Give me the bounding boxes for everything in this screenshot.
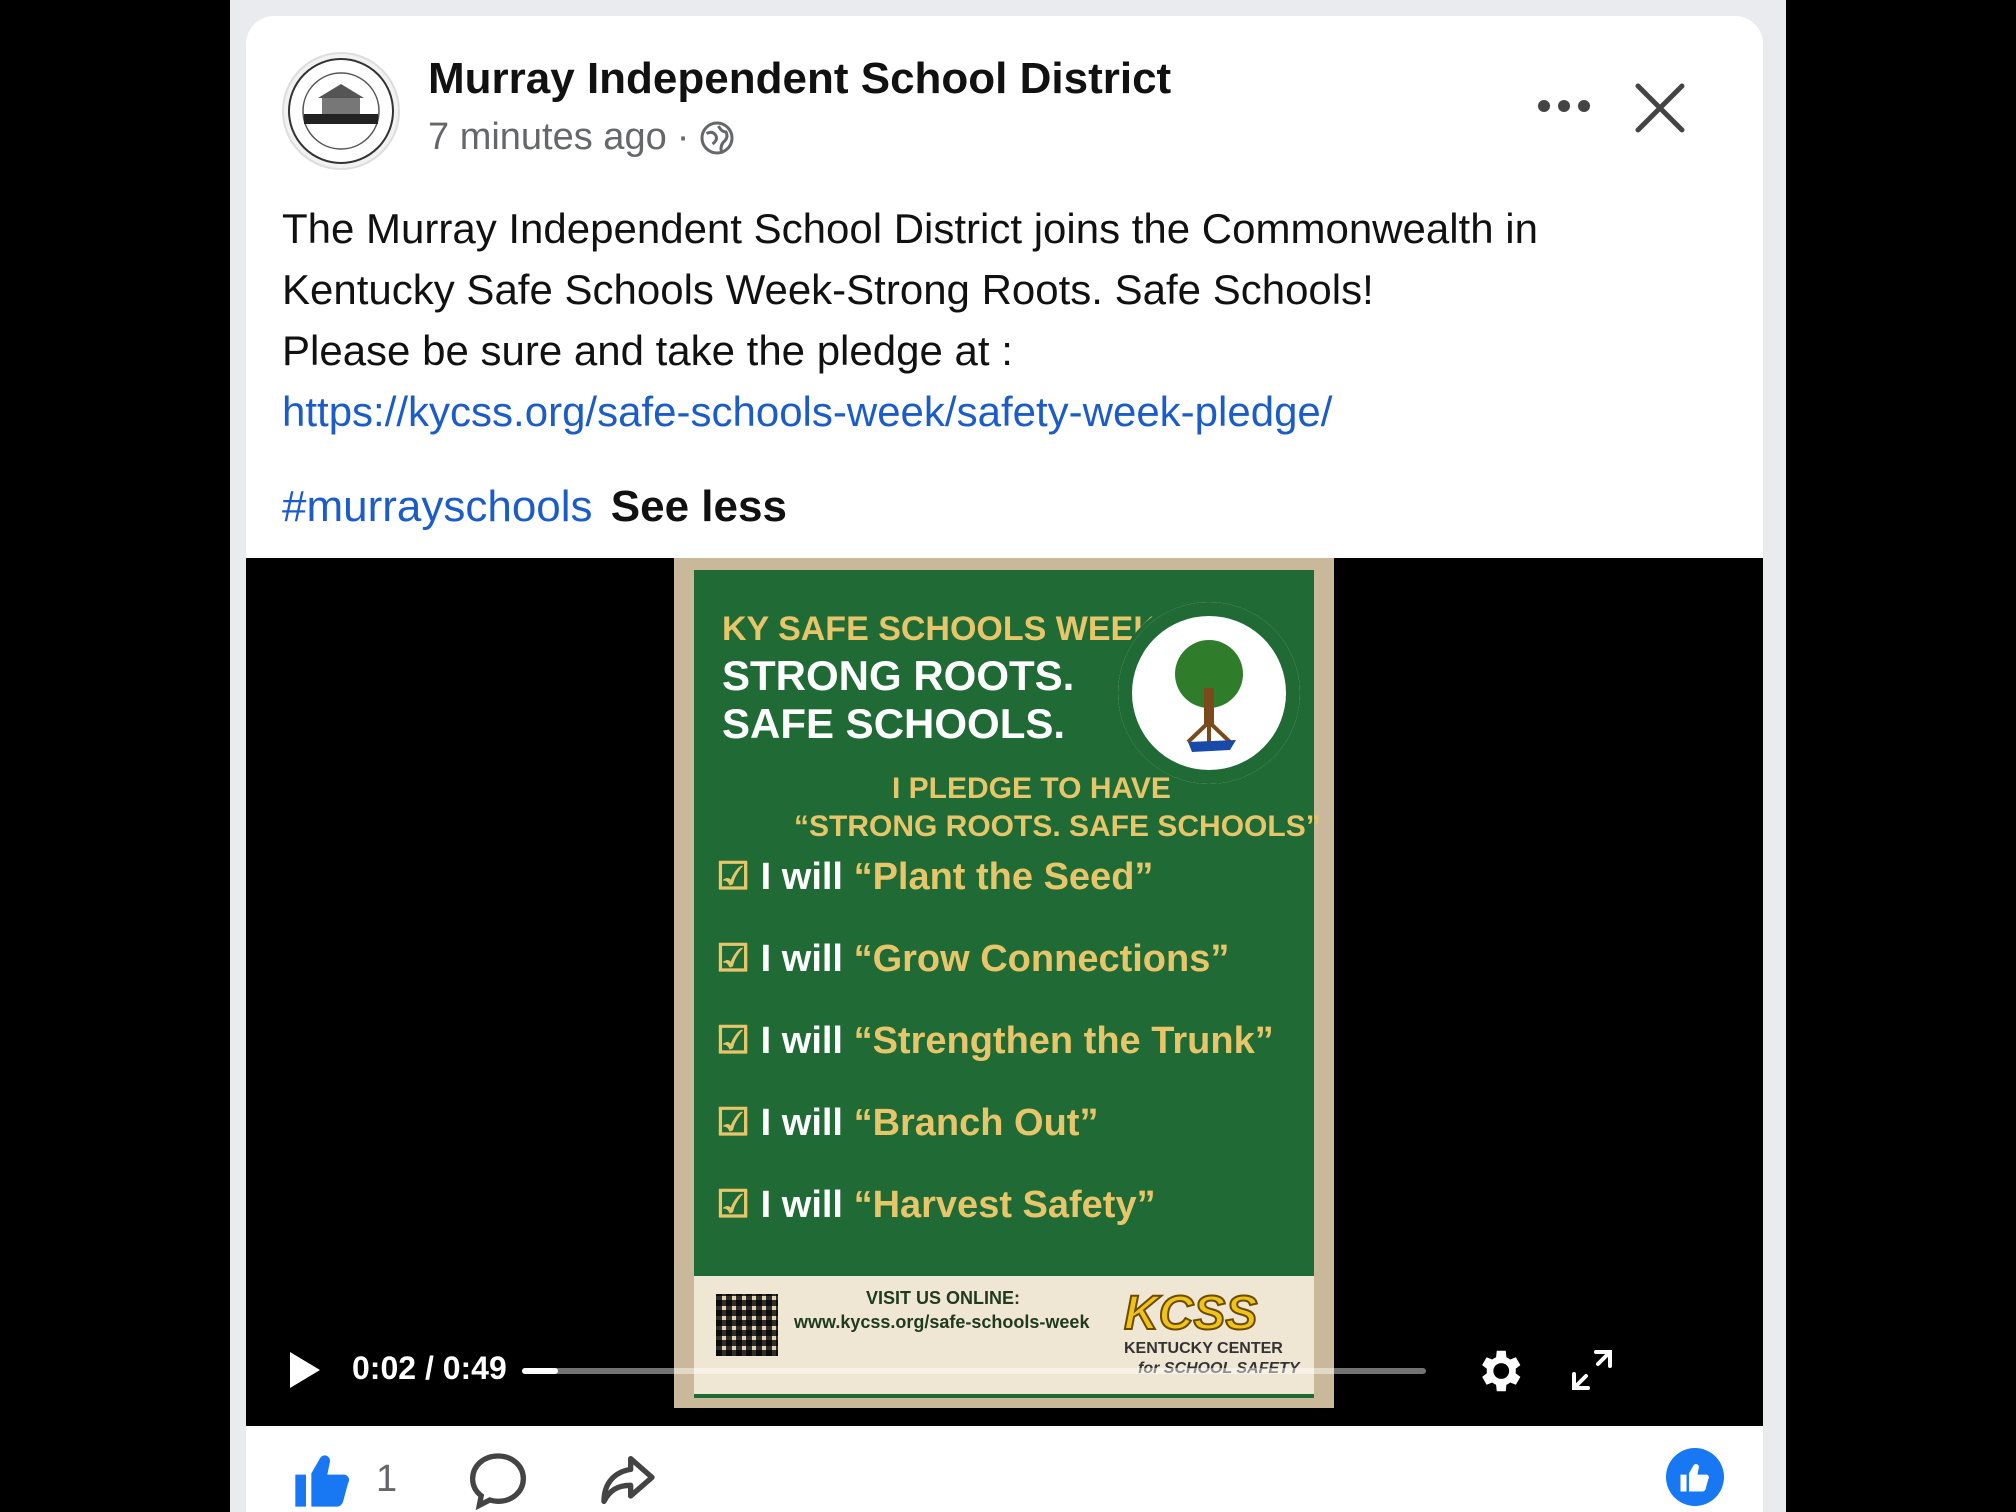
poster-pledge-line1: I PLEDGE TO HAVE: [892, 772, 1171, 805]
checkbox-icon: ☑: [716, 1102, 751, 1144]
play-icon[interactable]: [284, 1350, 324, 1390]
reaction-button[interactable]: [1666, 1448, 1724, 1506]
see-less-button[interactable]: See less: [611, 482, 787, 531]
post-header: Murray Independent School District 7 min…: [246, 16, 1763, 170]
district-seal-logo: [288, 58, 394, 164]
checkbox-icon: ☑: [716, 938, 751, 980]
gear-icon[interactable]: [1472, 1344, 1526, 1398]
checkbox-icon: ☑: [716, 856, 751, 898]
post-text-line: The Murray Independent School District j…: [282, 205, 1538, 252]
comment-icon[interactable]: [466, 1448, 530, 1512]
video-controls: 0:02 / 0:49: [246, 1318, 1763, 1418]
checkbox-icon: ☑: [716, 1020, 751, 1062]
post-meta: 7 minutes ago ·: [428, 116, 735, 159]
pledge-item: ☑ I will “Strengthen the Trunk”: [716, 1020, 1274, 1062]
pledge-item: ☑ I will “Harvest Safety”: [716, 1184, 1156, 1226]
pledge-item: ☑ I will “Branch Out”: [716, 1102, 1099, 1144]
poster-strong-roots: STRONG ROOTS.: [722, 652, 1075, 699]
dot-icon: [1538, 100, 1550, 112]
dot-icon: [1558, 100, 1570, 112]
poster-week-title: KY SAFE SCHOOLS WEEK: [722, 610, 1158, 648]
video-progress-fill: [522, 1368, 559, 1374]
video-frame-poster: KY SAFE SCHOOLS WEEK STRONG ROOTS. SAFE …: [674, 558, 1334, 1408]
post-text-line: Kentucky Safe Schools Week-Strong Roots.…: [282, 266, 1374, 313]
thumbs-up-icon: [1680, 1464, 1709, 1492]
post-actions: 1: [246, 1426, 1763, 1512]
video-time: 0:02 / 0:49: [352, 1350, 507, 1386]
share-icon[interactable]: [596, 1448, 660, 1512]
thumbs-up-icon[interactable]: [290, 1448, 354, 1512]
fullscreen-icon[interactable]: [1568, 1346, 1616, 1394]
dot-icon: [1578, 100, 1590, 112]
pledge-item: ☑ I will “Plant the Seed”: [716, 856, 1154, 898]
poster-panel: KY SAFE SCHOOLS WEEK STRONG ROOTS. SAFE …: [694, 570, 1321, 1398]
poster-pledge-line2: “STRONG ROOTS. SAFE SCHOOLS”: [794, 810, 1321, 843]
pledge-item: ☑ I will “Grow Connections”: [716, 938, 1230, 980]
post-text-line: Please be sure and take the pledge at :: [282, 327, 1013, 374]
tree-seal-icon: [1118, 602, 1300, 784]
poster-safe-schools: SAFE SCHOOLS.: [722, 700, 1066, 747]
strong-roots-seal: [1114, 598, 1304, 788]
globe-icon[interactable]: [699, 120, 735, 156]
post-body: The Murray Independent School District j…: [282, 198, 1722, 442]
page-name[interactable]: Murray Independent School District: [428, 54, 1171, 104]
like-count[interactable]: 1: [376, 1458, 397, 1501]
meta-separator: ·: [676, 116, 690, 158]
page-avatar[interactable]: [282, 52, 400, 170]
more-options-button[interactable]: [1529, 86, 1599, 126]
hashtag-link[interactable]: #murrayschools: [282, 482, 593, 531]
video-player[interactable]: KY SAFE SCHOOLS WEEK STRONG ROOTS. SAFE …: [246, 558, 1763, 1426]
hashtag-line: #murrayschools See less: [282, 482, 787, 532]
post-time[interactable]: 7 minutes ago: [428, 116, 667, 159]
checkbox-icon: ☑: [716, 1184, 751, 1226]
close-icon[interactable]: [1630, 78, 1690, 138]
video-progress-bar[interactable]: [522, 1368, 1426, 1374]
visit-label: VISIT US ONLINE:: [866, 1288, 1021, 1308]
pledge-link[interactable]: https://kycss.org/safe-schools-week/safe…: [282, 388, 1332, 435]
post-card: Murray Independent School District 7 min…: [246, 16, 1763, 1512]
